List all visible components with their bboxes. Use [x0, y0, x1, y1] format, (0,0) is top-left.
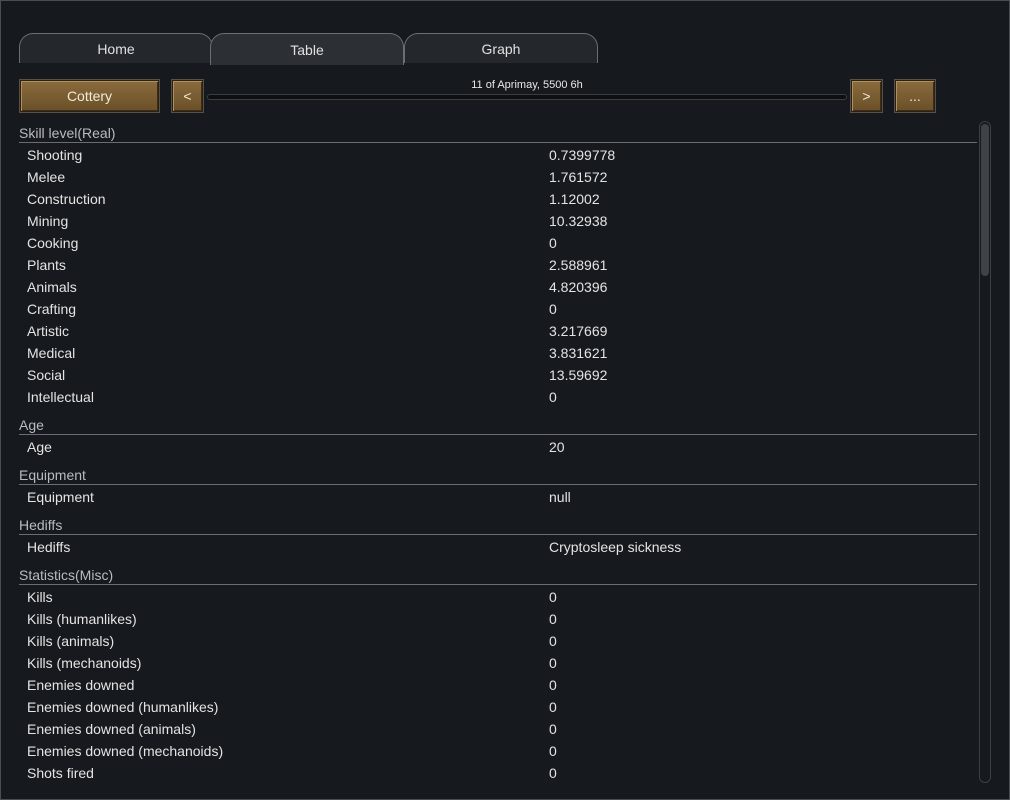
row-label: Artistic	[27, 323, 69, 339]
row-value: 13.59692	[549, 367, 608, 383]
row-label: Intellectual	[27, 389, 94, 405]
row-value: 0	[549, 721, 557, 737]
section-header: Statistics(Misc)	[19, 563, 977, 585]
row-value: 1.761572	[549, 169, 608, 185]
row-label: Equipment	[27, 489, 94, 505]
table-row: Enemies downed (mechanoids) 0	[19, 740, 977, 762]
table-row: Kills (animals) 0	[19, 630, 977, 652]
row-value: 2.588961	[549, 257, 608, 273]
tab-home[interactable]: Home	[19, 33, 213, 63]
row-label: Plants	[27, 257, 66, 273]
prev-button[interactable]: <	[172, 80, 203, 112]
table-row: Equipment null	[19, 486, 977, 508]
stats-table: Skill level(Real) Shooting 0.7399778 Melee 1…	[19, 121, 977, 783]
section-rows: Shooting 0.7399778 Melee 1.761572 Constructi…	[19, 143, 977, 410]
row-value: 0	[549, 677, 557, 693]
row-value: 0	[549, 743, 557, 759]
row-value: 20	[549, 439, 565, 455]
table-row: Shooting 0.7399778	[19, 144, 977, 166]
row-label: Construction	[27, 191, 106, 207]
row-value: 0	[549, 589, 557, 605]
row-label: Enemies downed (mechanoids)	[27, 743, 224, 759]
row-value: Cryptosleep sickness	[549, 539, 682, 555]
row-label: Crafting	[27, 301, 77, 317]
row-label: Mining	[27, 213, 69, 229]
table-row: Intellectual 0	[19, 386, 977, 408]
row-label: Shots fired	[27, 765, 94, 781]
row-value: null	[549, 489, 571, 505]
table-row: Crafting 0	[19, 298, 977, 320]
row-label: Kills (humanlikes)	[27, 611, 137, 627]
row-label: Animals	[27, 279, 77, 295]
window: Home Table Graph Cottery < 11 of Aprimay…	[0, 0, 1010, 800]
section-header: Age	[19, 413, 977, 435]
table-row: Shots fired 0	[19, 762, 977, 783]
row-label: Enemies downed	[27, 677, 135, 693]
table-row: Cooking 0	[19, 232, 977, 254]
vertical-scrollbar[interactable]	[979, 121, 991, 783]
row-value: 3.217669	[549, 323, 608, 339]
table-row: Enemies downed 0	[19, 674, 977, 696]
row-value: 0	[549, 301, 557, 317]
date-label: 11 of Aprimay, 5500 6h	[471, 79, 583, 91]
row-label: Hediffs	[27, 539, 71, 555]
row-value: 0	[549, 699, 557, 715]
row-label: Kills (mechanoids)	[27, 655, 142, 671]
table-row: Plants 2.588961	[19, 254, 977, 276]
table-row: Kills 0	[19, 586, 977, 608]
row-value: 0	[549, 611, 557, 627]
row-label: Kills (animals)	[27, 633, 115, 649]
row-label: Kills	[27, 589, 53, 605]
row-label: Shooting	[27, 147, 83, 163]
table-row: Enemies downed (animals) 0	[19, 718, 977, 740]
table-row: Melee 1.761572	[19, 166, 977, 188]
row-value: 0	[549, 235, 557, 251]
row-value: 3.831621	[549, 345, 608, 361]
row-label: Enemies downed (humanlikes)	[27, 699, 219, 715]
row-label: Age	[27, 439, 52, 455]
table-row: Social 13.59692	[19, 364, 977, 386]
row-label: Melee	[27, 169, 66, 185]
section-header: Skill level(Real)	[19, 121, 977, 143]
table-row: Medical 3.831621	[19, 342, 977, 364]
scroll-thumb[interactable]	[981, 124, 989, 276]
section-rows: Hediffs Cryptosleep sickness	[19, 535, 977, 560]
timeline-slider[interactable]	[207, 94, 847, 100]
table-row: Artistic 3.217669	[19, 320, 977, 342]
row-value: 10.32938	[549, 213, 608, 229]
table-row: Construction 1.12002	[19, 188, 977, 210]
next-button[interactable]: >	[851, 80, 882, 112]
row-value: 0.7399778	[549, 147, 616, 163]
table-row: Age 20	[19, 436, 977, 458]
row-value: 0	[549, 633, 557, 649]
section-header: Hediffs	[19, 513, 977, 535]
row-label: Enemies downed (animals)	[27, 721, 196, 737]
row-value: 1.12002	[549, 191, 600, 207]
section-header: Equipment	[19, 463, 977, 485]
tab-bar: Home Table Graph	[19, 33, 609, 65]
table-row: Enemies downed (humanlikes) 0	[19, 696, 977, 718]
section-rows: Kills 0 Kills (humanlikes) 0 Kills (animals)…	[19, 585, 977, 783]
table-row: Hediffs Cryptosleep sickness	[19, 536, 977, 558]
pawn-select-button[interactable]: Cottery	[20, 80, 159, 112]
table-row: Mining 10.32938	[19, 210, 977, 232]
row-label: Social	[27, 367, 66, 383]
more-button[interactable]: ...	[895, 80, 935, 112]
row-value: 4.820396	[549, 279, 608, 295]
row-value: 0	[549, 655, 557, 671]
table-row: Kills (mechanoids) 0	[19, 652, 977, 674]
table-row: Animals 4.820396	[19, 276, 977, 298]
table-row: Kills (humanlikes) 0	[19, 608, 977, 630]
row-label: Cooking	[27, 235, 79, 251]
row-value: 0	[549, 389, 557, 405]
tab-graph[interactable]: Graph	[404, 33, 598, 63]
row-label: Medical	[27, 345, 76, 361]
section-rows: Age 20	[19, 435, 977, 460]
row-value: 0	[549, 765, 557, 781]
section-rows: Equipment null	[19, 485, 977, 510]
tab-table[interactable]: Table	[210, 33, 404, 65]
